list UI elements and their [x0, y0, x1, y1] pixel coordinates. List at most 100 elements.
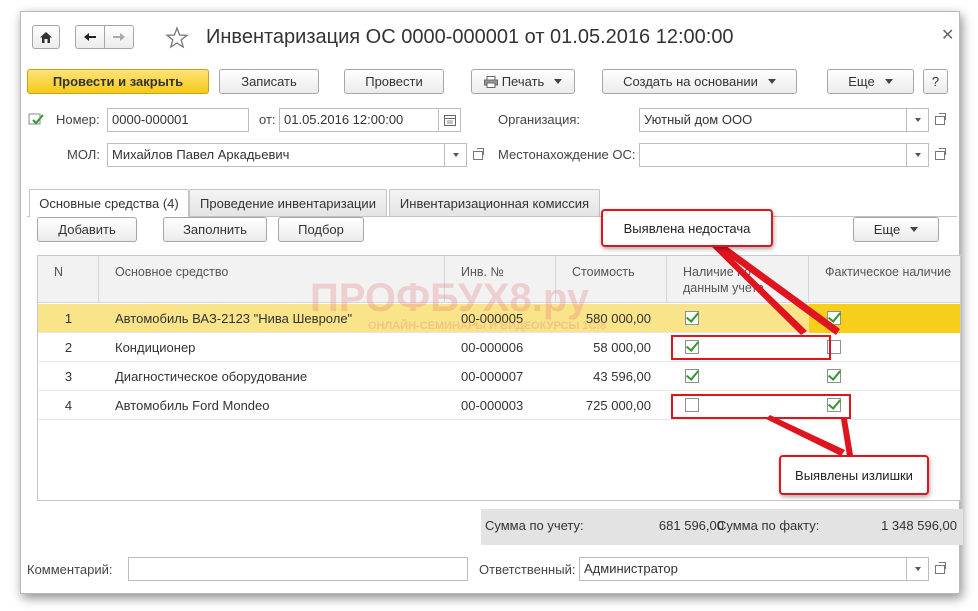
checkbox-accounted[interactable]: [685, 311, 699, 325]
tab-inventory-commission[interactable]: Инвентаризационная комиссия: [389, 189, 600, 216]
posted-status-icon: [28, 112, 44, 126]
shortage-highlight-box: [671, 335, 831, 360]
cell-asset: Диагностическое оборудование: [115, 369, 308, 384]
responsible-label: Ответственный:: [479, 562, 576, 577]
cell-inv: 00-000003: [461, 398, 524, 413]
total-by-account-value: 681 596,00: [658, 518, 724, 533]
total-by-account-label: Сумма по учету:: [485, 518, 584, 533]
totals-bar: Сумма по учету: 681 596,00 Сумма по факт…: [481, 509, 963, 545]
comment-label: Комментарий:: [27, 562, 113, 577]
chevron-down-icon: [914, 567, 921, 571]
organization-field[interactable]: Уютный дом ООО: [639, 108, 907, 132]
more-button[interactable]: Еще: [827, 69, 914, 94]
checkbox-accounted[interactable]: [685, 369, 699, 383]
shortage-callout: Выявлена недостача: [601, 209, 773, 247]
column-header-n[interactable]: N: [38, 256, 99, 303]
checkbox-actual[interactable]: [827, 311, 841, 325]
cell-cost: 580 000,00: [585, 311, 651, 326]
save-button[interactable]: Записать: [219, 69, 319, 94]
cell-n: 2: [64, 340, 73, 355]
home-button[interactable]: [32, 25, 60, 49]
location-field[interactable]: [639, 143, 907, 167]
chevron-down-icon: [914, 118, 921, 122]
add-button[interactable]: Добавить: [37, 217, 137, 242]
mol-open-icon[interactable]: [469, 146, 487, 164]
total-by-fact-label: Сумма по факту:: [717, 518, 820, 533]
table-more-button[interactable]: Еще: [853, 217, 939, 242]
responsible-field[interactable]: Администратор: [579, 557, 907, 581]
tab-inventory-conduct[interactable]: Проведение инвентаризации: [189, 189, 387, 216]
organization-dropdown[interactable]: [907, 108, 929, 132]
mol-field[interactable]: Михайлов Павел Аркадьевич: [107, 143, 445, 167]
cell-n: 3: [64, 369, 73, 384]
post-and-close-button[interactable]: Провести и закрыть: [27, 69, 209, 94]
responsible-open-icon[interactable]: [931, 560, 949, 578]
chevron-down-icon: [884, 79, 893, 84]
back-button[interactable]: [75, 25, 105, 49]
organization-label: Организация:: [498, 112, 581, 127]
cell-cost: 725 000,00: [585, 398, 651, 413]
tab-fixed-assets[interactable]: Основные средства (4): [29, 189, 189, 217]
total-by-fact-value: 1 348 596,00: [881, 518, 957, 533]
chevron-down-icon: [910, 227, 919, 232]
cell-asset: Автомобиль Ford Mondeo: [115, 398, 270, 413]
chevron-down-icon: [767, 79, 776, 84]
cell-cost: 43 596,00: [593, 369, 651, 384]
surplus-highlight-box: [671, 394, 851, 419]
organization-open-icon[interactable]: [931, 111, 949, 129]
mol-dropdown[interactable]: [445, 143, 467, 167]
location-open-icon[interactable]: [931, 146, 949, 164]
checkbox-actual[interactable]: [827, 369, 841, 383]
cell-cost: 58 000,00: [593, 340, 651, 355]
more-label: Еще: [848, 74, 875, 89]
calendar-button[interactable]: [439, 108, 461, 132]
cell-asset: Автомобиль ВАЗ-2123 "Нива Шевроле": [115, 311, 353, 326]
date-field[interactable]: 01.05.2016 12:00:00: [279, 108, 439, 132]
column-header-cost[interactable]: Стоимость: [556, 256, 667, 303]
cell-n: 4: [64, 398, 73, 413]
surplus-callout: Выявлены излишки: [779, 455, 929, 495]
pick-button[interactable]: Подбор: [278, 217, 364, 242]
arrow-left-icon: [84, 33, 96, 41]
forward-button[interactable]: [104, 25, 134, 49]
print-button[interactable]: Печать: [471, 69, 575, 94]
cell-inv: 00-000006: [461, 340, 524, 355]
location-dropdown[interactable]: [907, 143, 929, 167]
column-header-accounted[interactable]: Наличие по данным учета: [667, 256, 809, 303]
close-icon[interactable]: ✕: [941, 25, 954, 45]
mol-label: МОЛ:: [67, 147, 100, 162]
arrow-right-icon: [113, 33, 125, 41]
create-based-on-button[interactable]: Создать на основании: [602, 69, 797, 94]
table-row[interactable]: 1 Автомобиль ВАЗ-2123 "Нива Шевроле" 00-…: [38, 304, 960, 333]
table-header: N Основное средство Инв. № Стоимость Нал…: [38, 256, 960, 303]
column-header-inv[interactable]: Инв. №: [445, 256, 556, 303]
table-row[interactable]: 3 Диагностическое оборудование 00-000007…: [38, 362, 960, 391]
fill-button[interactable]: Заполнить: [163, 217, 267, 242]
chevron-down-icon: [914, 153, 921, 157]
location-label: Местонахождение ОС:: [498, 147, 636, 162]
page-title: Инвентаризация ОС 0000-000001 от 01.05.2…: [206, 26, 734, 48]
table-more-label: Еще: [873, 222, 901, 237]
column-header-asset[interactable]: Основное средство: [99, 256, 445, 303]
number-label: Номер:: [56, 112, 100, 127]
cell-inv: 00-000005: [461, 311, 524, 326]
calendar-icon: [443, 114, 456, 126]
printer-icon: [483, 75, 498, 88]
cell-n: 1: [64, 311, 73, 326]
document-window: Инвентаризация ОС 0000-000001 от 01.05.2…: [20, 11, 963, 594]
number-field[interactable]: 0000-000001: [107, 108, 249, 132]
responsible-dropdown[interactable]: [907, 557, 929, 581]
post-button[interactable]: Провести: [344, 69, 444, 94]
home-icon: [40, 31, 52, 43]
chevron-down-icon: [452, 153, 459, 157]
favorite-star-icon[interactable]: [165, 26, 189, 50]
create-based-on-label: Создать на основании: [623, 74, 758, 89]
column-header-actual[interactable]: Фактическое наличие: [809, 256, 960, 303]
help-button[interactable]: ?: [923, 69, 948, 94]
cell-asset: Кондиционер: [115, 340, 196, 355]
print-label: Печать: [501, 74, 545, 89]
chevron-down-icon: [554, 79, 563, 84]
cell-inv: 00-000007: [461, 369, 524, 384]
comment-field[interactable]: [128, 557, 468, 581]
date-label: от:: [259, 112, 276, 127]
